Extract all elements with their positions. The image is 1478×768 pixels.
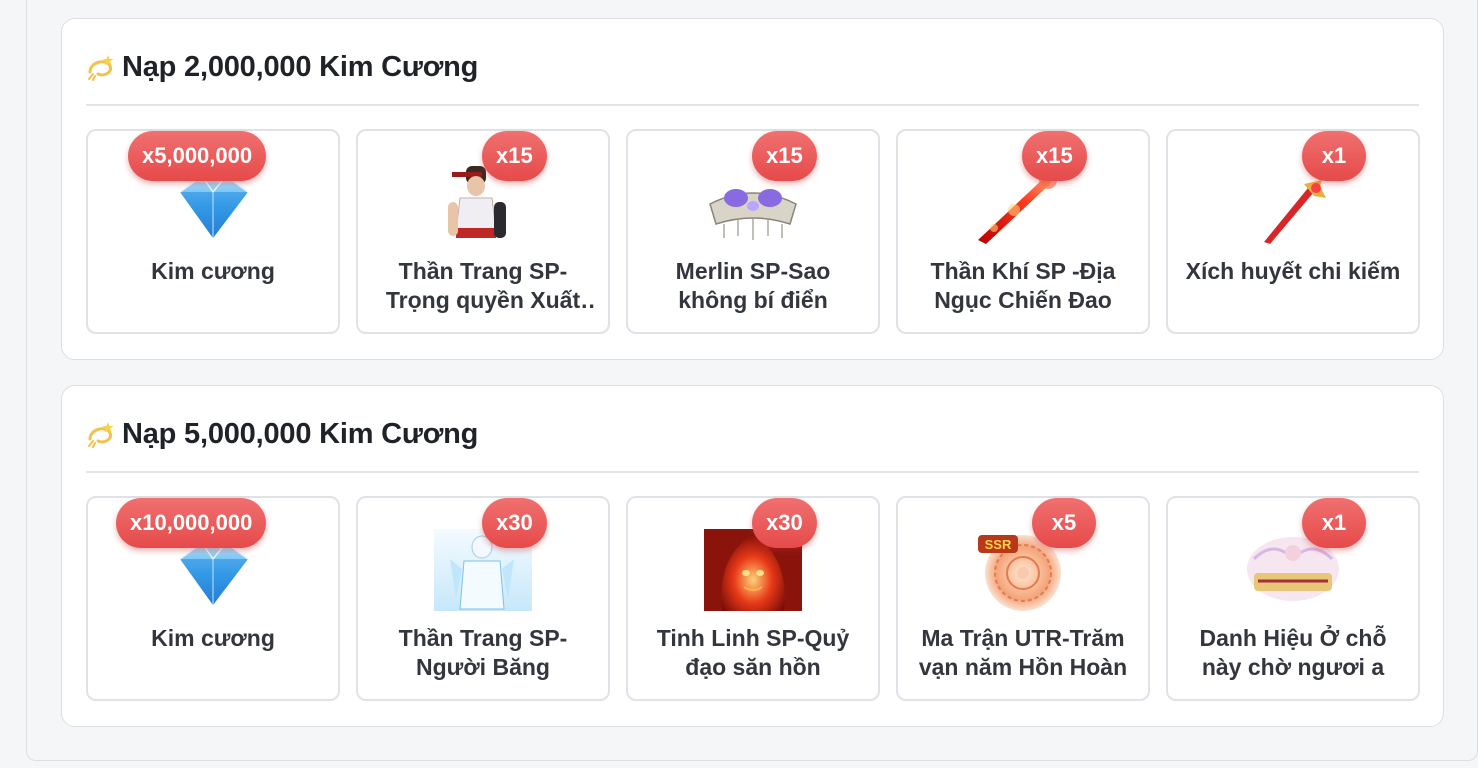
reward-item[interactable]: x1 Danh Hiệu Ở chỗ này chờ ngươi a: [1166, 496, 1420, 701]
reward-name: Danh Hiệu Ở chỗ này chờ ngươi a: [1199, 625, 1387, 680]
reward-name: Kim cương: [151, 258, 275, 284]
quantity-badge: x5: [1032, 498, 1096, 548]
quantity-badge: x10,000,000: [116, 498, 267, 548]
quantity-badge: x30: [482, 498, 547, 548]
quantity-badge: x1: [1302, 498, 1366, 548]
reward-list: x10,000,000 Kim cương x30 Thần Trang SP-…: [86, 496, 1420, 701]
reward-item[interactable]: x30 Thần Trang SP-Người Băng: [356, 496, 610, 701]
reward-item[interactable]: x30 Tinh Linh SP-Quỷ đạo săn hồn: [626, 496, 880, 701]
tier-title: Nạp 5,000,000 Kim Cương: [122, 417, 479, 450]
divider: [86, 104, 1419, 106]
reward-name: Ma Trận UTR-Trăm vạn năm Hồn Hoàn: [918, 625, 1128, 680]
dizzy-star-icon: [86, 52, 116, 82]
tier-header: Nạp 2,000,000 Kim Cương: [86, 47, 478, 87]
reward-item[interactable]: SSR x5 Ma Trận UTR-Trăm vạn năm Hồn Hoàn: [896, 496, 1150, 701]
tier-header: Nạp 5,000,000 Kim Cương: [86, 414, 478, 454]
reward-name: Kim cương: [151, 625, 275, 651]
tier-title: Nạp 2,000,000 Kim Cương: [122, 50, 479, 83]
reward-name: Thần Khí SP -Địa Ngục Chiến Đao: [930, 258, 1116, 313]
quantity-badge: x30: [752, 498, 817, 548]
tier-card-2: Nạp 5,000,000 Kim Cương x10,000,000 Kim …: [61, 385, 1444, 727]
tier-card-1: Nạp 2,000,000 Kim Cương x5,000,000 Kim c…: [61, 18, 1444, 360]
reward-item[interactable]: x5,000,000 Kim cương: [86, 129, 340, 334]
reward-item[interactable]: x10,000,000 Kim cương: [86, 496, 340, 701]
dizzy-star-icon: [86, 419, 116, 449]
quantity-badge: x1: [1302, 131, 1366, 181]
quantity-badge: x15: [752, 131, 817, 181]
reward-item[interactable]: x15 Merlin SP-Sao không bí điển: [626, 129, 880, 334]
reward-name: Tinh Linh SP-Quỷ đạo săn hồn: [656, 625, 850, 680]
quantity-badge: x5,000,000: [128, 131, 267, 181]
divider: [86, 471, 1419, 473]
quantity-badge: x15: [482, 131, 547, 181]
reward-item[interactable]: x1 Xích huyết chi kiếm: [1166, 129, 1420, 334]
quantity-badge: x15: [1022, 131, 1087, 181]
reward-item[interactable]: x15 Thần Khí SP -Địa Ngục Chiến Đao: [896, 129, 1150, 334]
reward-name: Thần Trang SP-Trọng quyền Xuất Kích: [385, 258, 581, 313]
reward-item[interactable]: x15 Thần Trang SP-Trọng quyền Xuất Kích: [356, 129, 610, 334]
svg-text:SSR: SSR: [985, 537, 1012, 552]
reward-list: x5,000,000 Kim cương x15 Thần Trang SP-T…: [86, 129, 1420, 334]
reward-name: Xích huyết chi kiếm: [1185, 258, 1401, 284]
reward-name: Thần Trang SP-Người Băng: [398, 625, 568, 680]
reward-name: Merlin SP-Sao không bí điển: [675, 258, 831, 313]
